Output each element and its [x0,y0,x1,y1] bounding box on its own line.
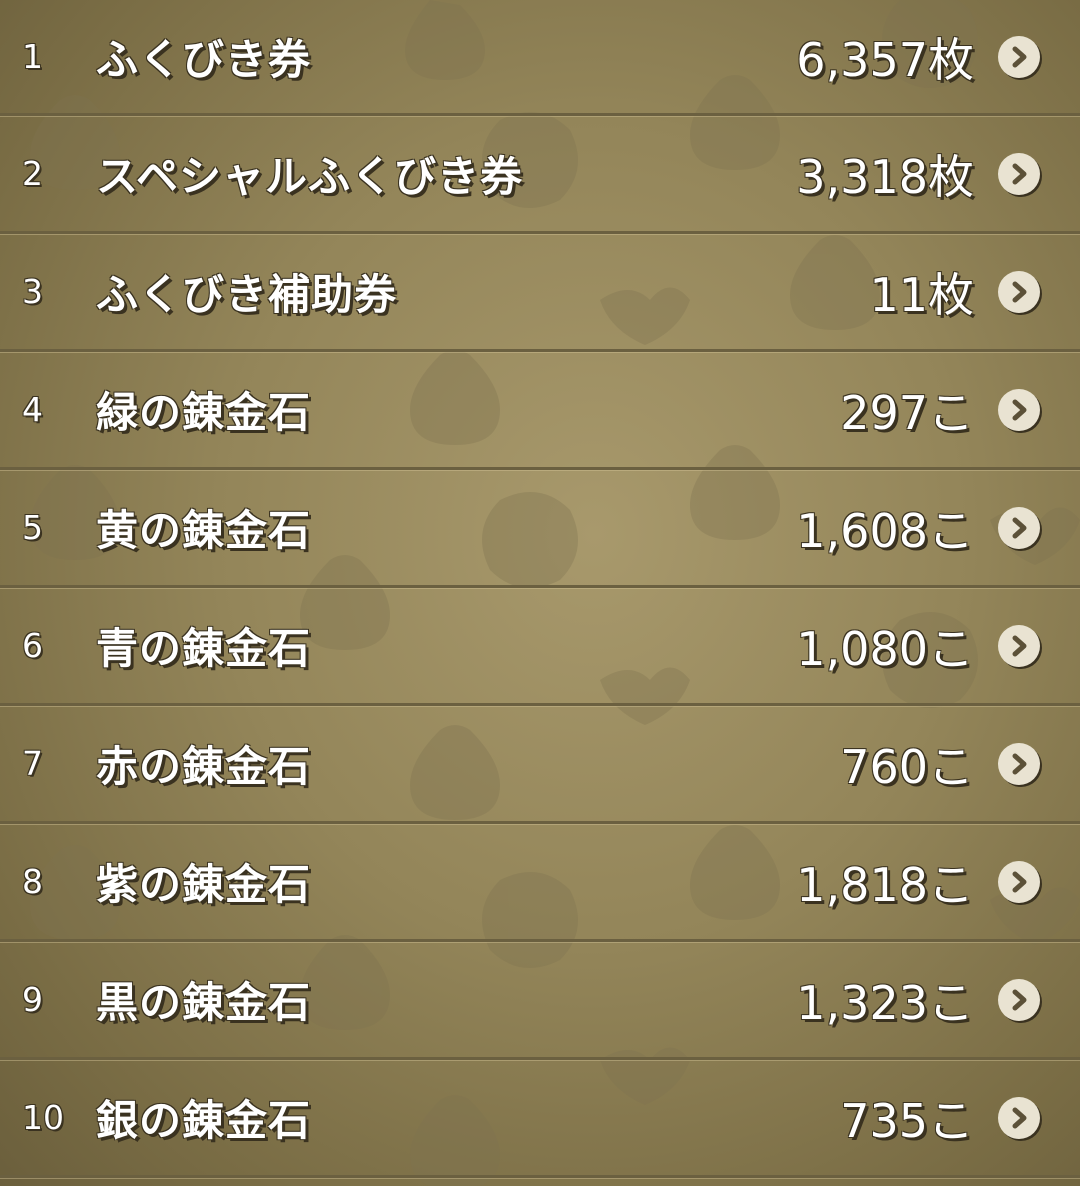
item-index: 10 [22,1098,64,1137]
chevron-right-icon[interactable] [998,1096,1040,1139]
item-list: 1 ふくびき券 6,357枚 2 スペシャルふくびき券 3,318枚 3 ふくび… [0,0,1080,1186]
list-item[interactable]: 8 紫の錬金石 1,818こ [0,824,1080,942]
chevron-right-icon[interactable] [998,152,1040,195]
item-name: ふくびき補助券 [96,270,398,319]
item-index: 8 [22,862,43,901]
item-name: 青の錬金石 [96,624,312,673]
item-quantity: 735こ [840,1093,974,1148]
item-index: 3 [22,272,43,311]
item-quantity: 760こ [840,739,974,794]
item-name: スペシャルふくびき券 [96,152,524,201]
chevron-right-icon[interactable] [998,860,1040,903]
list-item[interactable]: 2 スペシャルふくびき券 3,318枚 [0,116,1080,234]
item-index: 7 [22,744,43,783]
item-quantity: 1,323こ [796,975,974,1030]
item-quantity: 3,318枚 [796,149,974,204]
item-index: 9 [22,980,43,1019]
chevron-right-icon[interactable] [998,270,1040,313]
item-index: 5 [22,508,43,547]
list-item[interactable]: 6 青の錬金石 1,080こ [0,588,1080,706]
item-index: 1 [22,37,43,76]
list-item[interactable]: 10 銀の錬金石 735こ [0,1060,1080,1178]
item-name: 銀の錬金石 [96,1096,312,1145]
list-item[interactable]: 9 黒の錬金石 1,323こ [0,942,1080,1060]
item-name: 黒の錬金石 [96,978,312,1027]
chevron-right-icon[interactable] [998,624,1040,667]
list-item[interactable]: 7 赤の錬金石 760こ [0,706,1080,824]
chevron-right-icon[interactable] [998,35,1040,78]
list-item[interactable]: 5 黄の錬金石 1,608こ [0,470,1080,588]
item-name: ふくびき券 [96,35,312,84]
item-quantity: 6,357枚 [796,32,974,87]
chevron-right-icon[interactable] [998,742,1040,785]
item-index: 2 [22,154,43,193]
list-item[interactable]: 3 ふくびき補助券 11枚 [0,234,1080,352]
item-index: 6 [22,626,43,665]
item-name: 紫の錬金石 [96,860,312,909]
item-name: 緑の錬金石 [96,388,312,437]
list-item[interactable]: 1 ふくびき券 6,357枚 [0,0,1080,116]
item-name: 赤の錬金石 [96,742,312,791]
item-index: 4 [22,390,43,429]
item-quantity: 11枚 [869,267,974,322]
chevron-right-icon[interactable] [998,506,1040,549]
chevron-right-icon[interactable] [998,388,1040,431]
chevron-right-icon[interactable] [998,978,1040,1021]
item-name: 黄の錬金石 [96,506,312,555]
list-item[interactable]: 4 緑の錬金石 297こ [0,352,1080,470]
item-quantity: 1,818こ [796,857,974,912]
item-quantity: 297こ [840,385,974,440]
item-quantity: 1,608こ [796,503,974,558]
item-quantity: 1,080こ [796,621,974,676]
